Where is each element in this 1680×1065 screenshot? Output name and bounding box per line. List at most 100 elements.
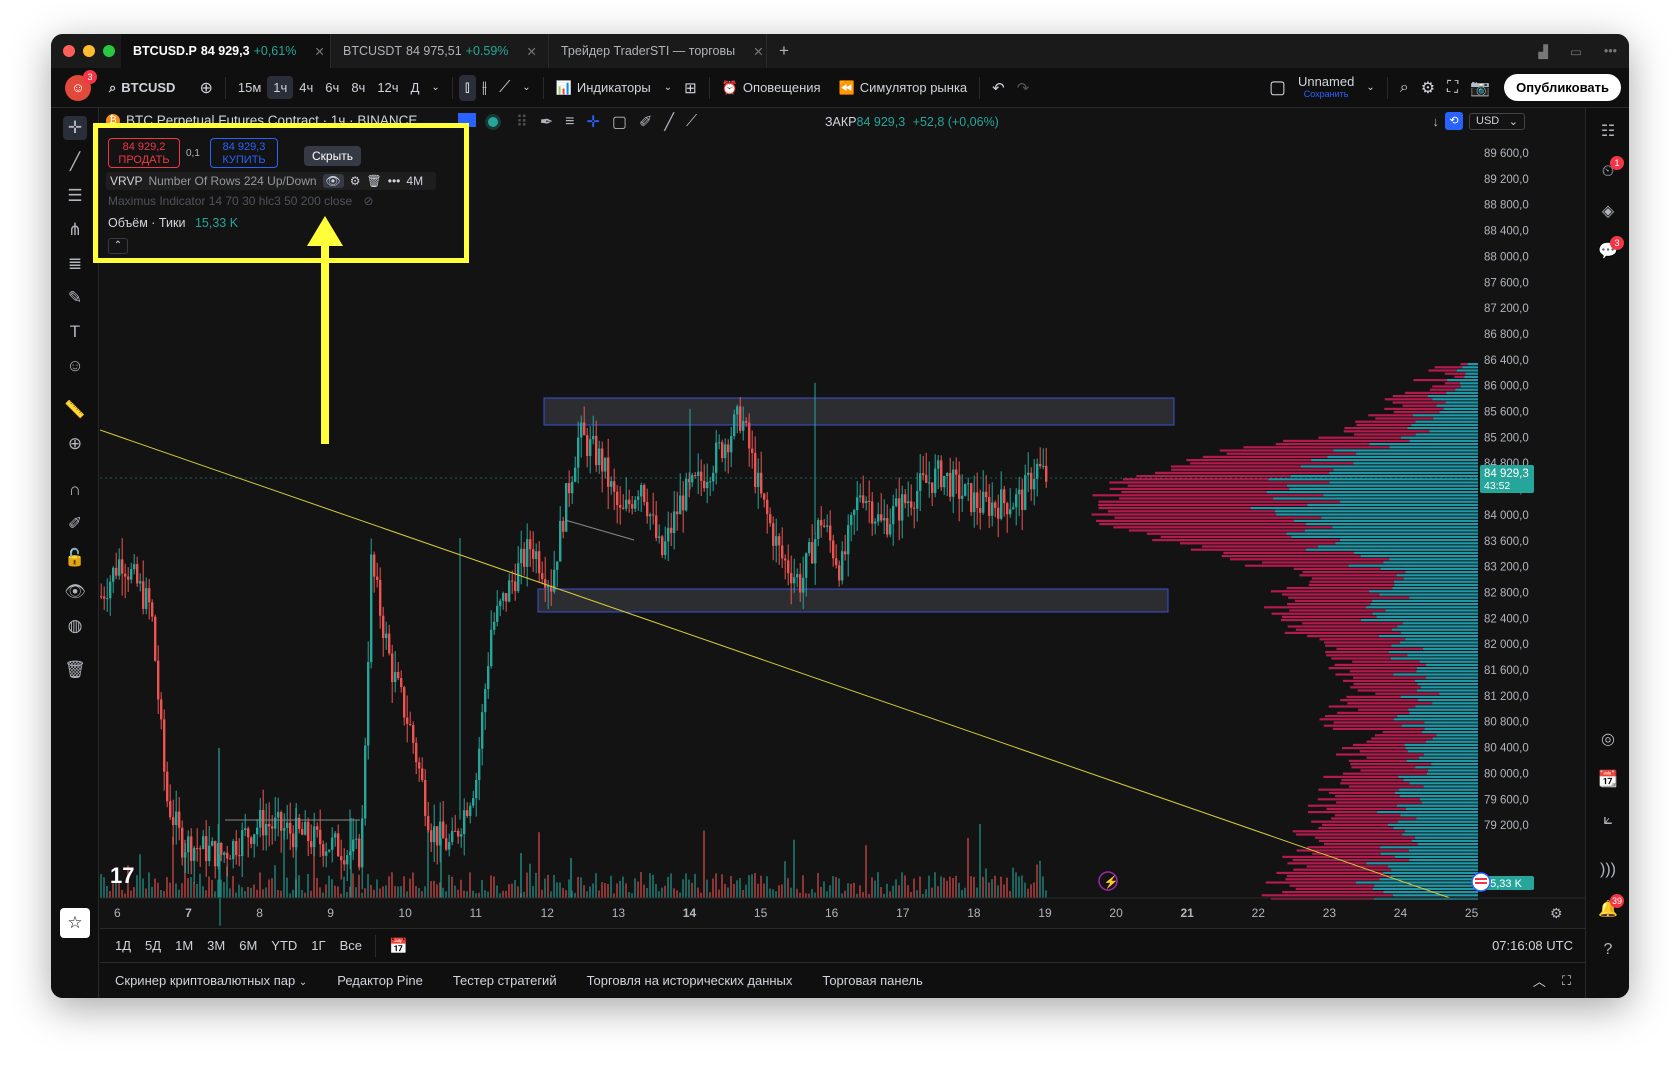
trend-line-icon[interactable]: ╱ bbox=[63, 150, 87, 174]
brush-icon[interactable]: ✎ bbox=[63, 286, 87, 310]
compare-symbol-icon[interactable]: ⊕ bbox=[193, 74, 218, 102]
tab-pine-editor[interactable]: Редактор Pine bbox=[322, 973, 438, 988]
close-tab-icon[interactable]: ✕ bbox=[526, 44, 536, 59]
interval-8h[interactable]: 8ч bbox=[345, 76, 371, 99]
close-window-button[interactable] bbox=[63, 45, 75, 57]
tradingview-logo[interactable]: 17 bbox=[110, 863, 134, 888]
close-tab-icon[interactable]: ✕ bbox=[314, 44, 324, 59]
brush-tool-icon[interactable]: ✐ bbox=[639, 112, 652, 132]
resistance-zone[interactable] bbox=[543, 397, 1175, 426]
range-6m[interactable]: 6М bbox=[232, 938, 264, 953]
layout-icon[interactable]: ▭ bbox=[1570, 44, 1582, 59]
interval-12h[interactable]: 12ч bbox=[371, 76, 404, 99]
user-avatar[interactable]: ☺ 3 bbox=[59, 69, 97, 105]
price-axis[interactable]: 89 600,0 89 200,0 88 800,0 88 400,0 88 000,0… bbox=[1478, 108, 1585, 898]
chat-icon[interactable]: 💬 3 bbox=[1596, 236, 1624, 264]
range-1d[interactable]: 1Д bbox=[108, 938, 138, 953]
undo-icon[interactable]: ↶ bbox=[986, 75, 1011, 101]
help-icon[interactable]: ? bbox=[1596, 938, 1620, 962]
layers-icon[interactable]: ◈ bbox=[1596, 200, 1620, 224]
layout-name-button[interactable]: Unnamed Сохранить bbox=[1292, 72, 1360, 104]
range-3m[interactable]: 3М bbox=[200, 938, 232, 953]
more-icon[interactable]: ••• bbox=[1604, 44, 1617, 58]
emoji-icon[interactable]: ☺ bbox=[63, 354, 87, 378]
trash-icon[interactable]: 🗑 bbox=[63, 658, 87, 682]
signal-icon[interactable]: ))) bbox=[1596, 858, 1620, 882]
maximize-window-button[interactable] bbox=[103, 45, 115, 57]
currency-select[interactable]: USD ⌄ bbox=[1469, 112, 1525, 130]
new-tab-icon[interactable]: + bbox=[767, 34, 801, 68]
chevron-up-icon[interactable]: ︿ bbox=[1525, 971, 1554, 990]
support-zone[interactable] bbox=[537, 588, 1169, 613]
pen-icon[interactable]: ✒ bbox=[540, 112, 553, 132]
small-trend-line[interactable] bbox=[564, 519, 635, 541]
publish-button[interactable]: Опубликовать bbox=[1504, 74, 1621, 101]
layout-square-icon[interactable]: ▢ bbox=[1263, 73, 1292, 102]
templates-grid-icon[interactable]: ⊞ bbox=[678, 75, 703, 101]
chart-sync-icon[interactable]: ▟ bbox=[1538, 44, 1548, 59]
path-icon[interactable]: ⟋ bbox=[686, 113, 697, 131]
drag-handle-icon[interactable]: ⠿ bbox=[516, 112, 528, 132]
maximize-panel-icon[interactable]: ⛶ bbox=[1554, 973, 1585, 989]
quick-search-icon[interactable]: ⌕ bbox=[1394, 75, 1415, 101]
notifications-bell-icon[interactable]: 🔔 39 bbox=[1596, 894, 1624, 922]
tab-crypto-screener[interactable]: Скринер криптовалютных пар ⌄ bbox=[100, 973, 322, 988]
tab-strategy-tester[interactable]: Тестер стратегий bbox=[438, 973, 572, 988]
tab-trading-panel[interactable]: Торговая панель bbox=[807, 973, 937, 988]
tab-btcusd-p[interactable]: BTCUSD.P 84 929,3 +0,61% ✕ bbox=[121, 34, 331, 68]
target-icon[interactable]: ◎ bbox=[1596, 728, 1620, 752]
range-ytd[interactable]: YTD bbox=[264, 938, 304, 953]
axis-settings-gear-icon[interactable]: ⚙ bbox=[1550, 905, 1563, 921]
market-status-icon[interactable] bbox=[488, 117, 498, 127]
cross-icon[interactable]: ✛ bbox=[586, 112, 599, 132]
interval-1h[interactable]: 1ч bbox=[267, 76, 294, 99]
indicators-button[interactable]: 📊 Индикаторы ⌄ bbox=[550, 76, 678, 100]
tab-btcusdt[interactable]: BTCUSDT 84 975,51 +0.59% ✕ bbox=[331, 34, 549, 68]
alerts-clock-icon[interactable]: ⏲ 1 bbox=[1596, 156, 1624, 184]
pencil-lock-icon[interactable]: ✐ bbox=[63, 512, 87, 536]
range-all[interactable]: Все bbox=[333, 938, 369, 953]
interval-6h[interactable]: 6ч bbox=[319, 76, 345, 99]
sync-icon[interactable]: ⟲ bbox=[1445, 112, 1463, 130]
camera-icon[interactable]: 📷 bbox=[1464, 74, 1496, 102]
globe-icon[interactable]: ◍ bbox=[63, 614, 87, 638]
interval-15m[interactable]: 15м bbox=[232, 76, 267, 99]
chart-pane[interactable]: 89 600,0 89 200,0 88 800,0 88 400,0 88 000,0… bbox=[93, 108, 1585, 928]
rectangle-icon[interactable]: ▢ bbox=[612, 112, 627, 132]
candles-chart-type-icon[interactable]: ⫾ bbox=[458, 74, 476, 101]
bars-chart-type-icon[interactable]: ⫲ bbox=[476, 75, 493, 101]
chart-type-dropdown-icon[interactable]: ⌄ bbox=[516, 78, 536, 97]
zoom-in-icon[interactable]: ⊕ bbox=[63, 432, 87, 456]
fib-levels-icon[interactable]: ≣ bbox=[63, 252, 87, 276]
magnet-icon[interactable]: ∩ bbox=[63, 478, 87, 502]
range-5d[interactable]: 5Д bbox=[138, 938, 168, 953]
lines-icon[interactable]: ≡ bbox=[565, 113, 574, 131]
interval-dropdown-icon[interactable]: ⌄ bbox=[425, 78, 445, 97]
fullscreen-icon[interactable]: ⛶ bbox=[1441, 75, 1464, 101]
replay-button[interactable]: ⏪ Симулятор рынка bbox=[833, 76, 974, 100]
chart-tool-icon[interactable]: ⟀ bbox=[1596, 808, 1620, 832]
range-1y[interactable]: 1Г bbox=[304, 938, 332, 953]
text-icon[interactable]: T bbox=[63, 320, 87, 344]
crosshair-icon[interactable]: ✛ bbox=[63, 116, 87, 140]
lock-icon[interactable]: 🔓 bbox=[63, 546, 87, 570]
calendar-icon[interactable]: 📆 bbox=[1596, 768, 1620, 792]
clock-display[interactable]: 07:16:08 UTC bbox=[1485, 938, 1585, 953]
interval-4h[interactable]: 4ч bbox=[293, 76, 319, 99]
symbol-search-button[interactable]: ⌕ BTCUSD bbox=[103, 76, 181, 100]
tab-trader[interactable]: Трейдер TraderSTI — торговы ✕ bbox=[549, 34, 767, 68]
arrow-down-icon[interactable]: ↓ bbox=[1433, 114, 1440, 129]
alerts-button[interactable]: ⏰ Оповещения bbox=[716, 76, 827, 100]
horizontal-lines-icon[interactable]: ☰ bbox=[63, 184, 87, 208]
close-tab-icon[interactable]: ✕ bbox=[753, 44, 763, 59]
time-axis[interactable]: 6 7 8 9 10 11 12 13 14 15 16 17 18 19 20 21 22 23 24 25 ⚙ bbox=[114, 905, 1563, 921]
tab-replay-trading[interactable]: Торговля на исторических данных bbox=[572, 973, 808, 988]
minimize-window-button[interactable] bbox=[83, 45, 95, 57]
ruler-icon[interactable]: 📏 bbox=[63, 398, 87, 422]
eye-icon[interactable]: 👁 bbox=[63, 580, 87, 604]
chevron-down-icon[interactable]: ⌄ bbox=[1360, 78, 1380, 97]
range-1m[interactable]: 1М bbox=[168, 938, 200, 953]
watchlist-icon[interactable]: ☷ bbox=[1596, 120, 1620, 144]
redo-icon[interactable]: ↷ bbox=[1011, 75, 1036, 101]
line-chart-type-icon[interactable]: ⟋ bbox=[493, 75, 516, 101]
